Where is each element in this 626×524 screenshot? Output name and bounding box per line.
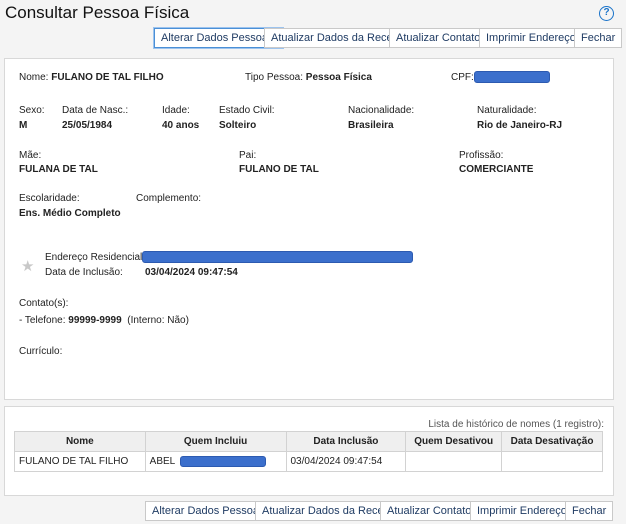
endereco-redacted (142, 251, 413, 263)
history-hint: Lista de histórico de nomes (1 registro)… (428, 419, 604, 430)
complemento-label: Complemento: (136, 193, 202, 204)
mae-value: FULANA DE TAL (19, 164, 98, 175)
profissao-value: COMERCIANTE (459, 164, 534, 175)
pai-value: FULANO DE TAL (239, 164, 319, 175)
inclusao-label: Data de Inclusão: (45, 267, 123, 278)
profissao-label: Profissão: (459, 150, 504, 161)
nasc-value: 25/05/1984 (62, 120, 113, 131)
help-icon[interactable]: ? (599, 6, 614, 21)
cell-nome: FULANO DE TAL FILHO (14, 451, 146, 472)
imprimir-enderecos-button[interactable]: Imprimir Endereços (479, 28, 589, 48)
civil-label: Estado Civil: (219, 105, 275, 116)
naturalidade-label: Naturalidade: (477, 105, 537, 116)
quem-incluiu-redacted (179, 455, 266, 467)
pai-label: Pai: (239, 150, 257, 161)
nome-value: FULANO DE TAL FILHO (51, 72, 164, 83)
col-quem-incluiu: Quem Incluiu (144, 431, 287, 452)
telefone-line: - Telefone: 99999-9999 (Interno: Não) (19, 315, 189, 326)
fechar-button[interactable]: Fechar (574, 28, 623, 48)
nacionalidade-value: Brasileira (348, 120, 394, 131)
curriculo-label: Currículo: (19, 346, 63, 357)
cell-data-inclusao: 03/04/2024 09:47:54 (285, 451, 407, 472)
imprimir-enderecos-button-bottom[interactable]: Imprimir Endereços (470, 501, 580, 521)
contatos-label: Contato(s): (19, 298, 69, 309)
atualizar-contatos-button[interactable]: Atualizar Contatos (389, 28, 493, 48)
telefone-value: 99999-9999 (68, 315, 122, 326)
atualizar-contatos-button-bottom[interactable]: Atualizar Contatos (380, 501, 484, 521)
escolaridade-label: Escolaridade: (19, 193, 80, 204)
idade-value: 40 anos (162, 120, 200, 131)
col-nome: Nome (14, 431, 146, 452)
tipo-label: Tipo Pessoa: Pessoa Física (245, 72, 372, 83)
inclusao-value: 03/04/2024 09:47:54 (145, 267, 238, 278)
col-quem-desativou: Quem Desativou (405, 431, 503, 452)
cpf-redacted (474, 71, 550, 83)
history-table: Nome Quem Incluiu Data Inclusão Quem Des… (14, 431, 603, 472)
nasc-label: Data de Nasc.: (62, 105, 129, 116)
table-row: FULANO DE TAL FILHO ABEL 03/04/2024 09:4… (14, 451, 603, 472)
sexo-label: Sexo: (19, 105, 45, 116)
history-header-row: Nome Quem Incluiu Data Inclusão Quem Des… (14, 431, 603, 452)
civil-value: Solteiro (219, 120, 257, 131)
cpf-label: CPF: (451, 72, 474, 83)
mae-label: Mãe: (19, 150, 42, 161)
tipo-value: Pessoa Física (305, 72, 372, 83)
sexo-value: M (19, 120, 28, 131)
fechar-button-bottom[interactable]: Fechar (565, 501, 614, 521)
page-title: Consultar Pessoa Física (5, 3, 190, 22)
col-data-desativacao: Data Desativação (501, 431, 603, 452)
endereco-label: Endereço Residencial: (45, 252, 146, 263)
col-data-inclusao: Data Inclusão (285, 431, 407, 452)
cell-quem-desativou (405, 451, 503, 472)
escolaridade-value: Ens. Médio Completo (19, 208, 121, 219)
cell-data-desativacao (501, 451, 603, 472)
cell-quem-incluiu: ABEL (144, 451, 287, 472)
naturalidade-value: Rio de Janeiro-RJ (477, 120, 563, 131)
nome-label: Nome: FULANO DE TAL FILHO (19, 72, 164, 83)
idade-label: Idade: (162, 105, 190, 116)
star-icon[interactable]: ★ (21, 257, 34, 275)
nacionalidade-label: Nacionalidade: (348, 105, 415, 116)
